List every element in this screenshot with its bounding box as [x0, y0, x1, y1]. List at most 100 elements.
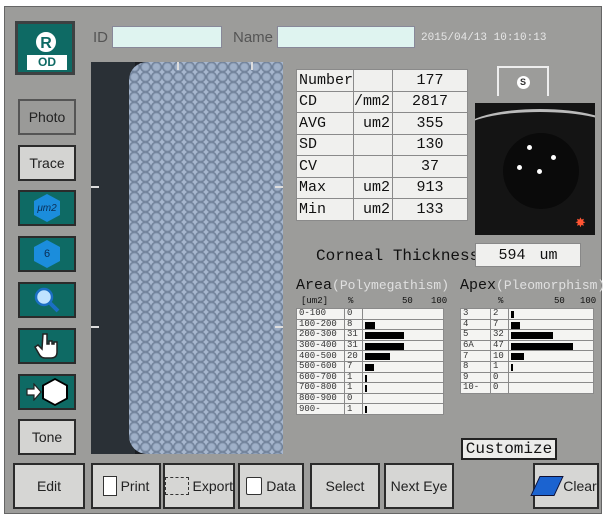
stats-row: AVG um2 355: [295, 112, 468, 135]
bin-bar-cell: [508, 360, 594, 373]
bin-bar-cell: [362, 318, 444, 331]
bin-bar-cell: [362, 360, 444, 373]
photo-button[interactable]: Photo: [18, 99, 76, 135]
apex-scale-100: 100: [580, 296, 597, 306]
stats-value: 2817: [392, 90, 468, 113]
bin-percent: 20: [344, 350, 363, 362]
data-button[interactable]: Data: [238, 463, 304, 509]
trace-button[interactable]: Trace: [18, 145, 76, 181]
corneal-thickness-unit: um: [539, 246, 558, 264]
histogram-row: 90: [460, 371, 594, 384]
name-field[interactable]: [277, 26, 415, 48]
hexagon-icon: 6: [34, 240, 60, 268]
stats-key: Min: [295, 198, 355, 221]
arrow-right-icon: [26, 383, 42, 401]
histogram-row: 300-400 31: [296, 339, 444, 352]
bin-range: 100-200: [296, 318, 345, 331]
histogram-row: 100-200 8: [296, 318, 444, 331]
photo-tick-mark: [177, 62, 179, 70]
bin-range: 400-500: [296, 350, 345, 362]
name-label: Name: [233, 29, 274, 46]
export-icon: [165, 477, 189, 495]
apex-title: Apex: [460, 277, 497, 294]
eye-side-badge[interactable]: R OD: [15, 21, 75, 75]
area-scale-50: 50: [402, 296, 413, 306]
reflection-dot: [517, 165, 522, 170]
photo-label: Photo: [28, 109, 66, 125]
edit-button[interactable]: Edit: [13, 463, 85, 509]
tab-s[interactable]: S: [497, 66, 549, 96]
bin-range: 10-: [460, 382, 491, 394]
histogram-row: 200-300 31: [296, 329, 444, 341]
bin-bar-cell: [508, 308, 594, 320]
tone-button[interactable]: Tone: [18, 419, 76, 455]
customize-button[interactable]: Customize: [461, 438, 557, 460]
apex-scale-pct: %: [498, 296, 504, 306]
endothelial-cell-mosaic: [129, 62, 283, 454]
bin-range: 600-700: [296, 371, 345, 384]
apex-histogram-table: 3 2 4 7 5 32 6A 47 7 10 8 1 9 0 10- 0: [460, 308, 594, 394]
apex-six-button[interactable]: 6: [18, 236, 76, 272]
stats-row: CD/mm2 2817: [295, 90, 468, 113]
histogram-row: 700-800 1: [296, 382, 444, 394]
select-button[interactable]: Select: [310, 463, 380, 509]
bin-bar-cell: [362, 329, 444, 341]
tone-label: Tone: [31, 429, 63, 445]
trace-label: Trace: [29, 155, 65, 171]
photo-tick-mark: [275, 326, 283, 328]
bin-bar-cell: [508, 382, 594, 394]
stats-key: CV: [295, 155, 355, 178]
bin-percent: 32: [490, 329, 509, 341]
trace-hexagon-button[interactable]: [18, 374, 76, 410]
stats-value: 177: [392, 69, 468, 92]
stats-key: SD: [295, 133, 355, 156]
histogram-row: 800-900 0: [296, 392, 444, 405]
stats-value: 37: [392, 155, 468, 178]
area-subtitle: (Polymegathism): [332, 278, 450, 293]
histogram-bar: [365, 353, 390, 361]
zoom-button[interactable]: [18, 282, 76, 318]
photo-tick-mark: [251, 62, 253, 70]
print-button[interactable]: Print: [91, 463, 161, 509]
apex-subtitle: (Pleomorphism): [496, 278, 606, 293]
stats-value: 133: [392, 198, 468, 221]
histogram-row: 7 10: [460, 350, 594, 362]
stats-unit: um2: [353, 198, 394, 221]
bin-range: 0-100: [296, 308, 345, 320]
stats-row: SD 130: [295, 133, 468, 156]
endothelium-photo[interactable]: [91, 62, 283, 454]
id-field[interactable]: [112, 26, 222, 48]
histogram-bar: [511, 353, 524, 361]
histogram-bar: [365, 374, 367, 382]
bin-percent: 7: [344, 360, 363, 373]
hand-pointer-icon: [34, 333, 58, 359]
area-histogram-title: Area(Polymegathism): [296, 277, 449, 294]
eye-thumbnail[interactable]: ✸: [475, 103, 595, 235]
reflection-dot: [551, 155, 556, 160]
bin-range: 9: [460, 371, 491, 384]
bin-range: 700-800: [296, 382, 345, 394]
bin-bar-cell: [362, 392, 444, 405]
bin-range: 200-300: [296, 329, 345, 341]
bin-percent: 1: [344, 371, 363, 384]
hand-tool-button[interactable]: [18, 328, 76, 364]
s-badge-icon: S: [516, 75, 530, 89]
bin-percent: 10: [490, 350, 509, 362]
histogram-bar: [511, 363, 513, 371]
stats-row: Min um2 133: [295, 198, 468, 221]
export-button[interactable]: Export: [163, 463, 235, 509]
photo-tick-mark: [91, 186, 99, 188]
histogram-row: 5 32: [460, 329, 594, 341]
histogram-bar: [511, 311, 514, 318]
histogram-row: 400-500 20: [296, 350, 444, 362]
magnifier-icon: [34, 287, 60, 313]
bin-percent: 0: [490, 382, 509, 394]
stats-row: Max um2 913: [295, 176, 468, 199]
area-unit-button[interactable]: μm2: [18, 190, 76, 226]
bin-range: 800-900: [296, 392, 345, 405]
bin-range: 5: [460, 329, 491, 341]
corneal-thickness-value-box: 594 um: [475, 243, 581, 267]
clear-button[interactable]: Clear: [530, 463, 599, 509]
next-eye-button[interactable]: Next Eye: [384, 463, 454, 509]
area-scale-unit: [um2]: [301, 296, 329, 306]
